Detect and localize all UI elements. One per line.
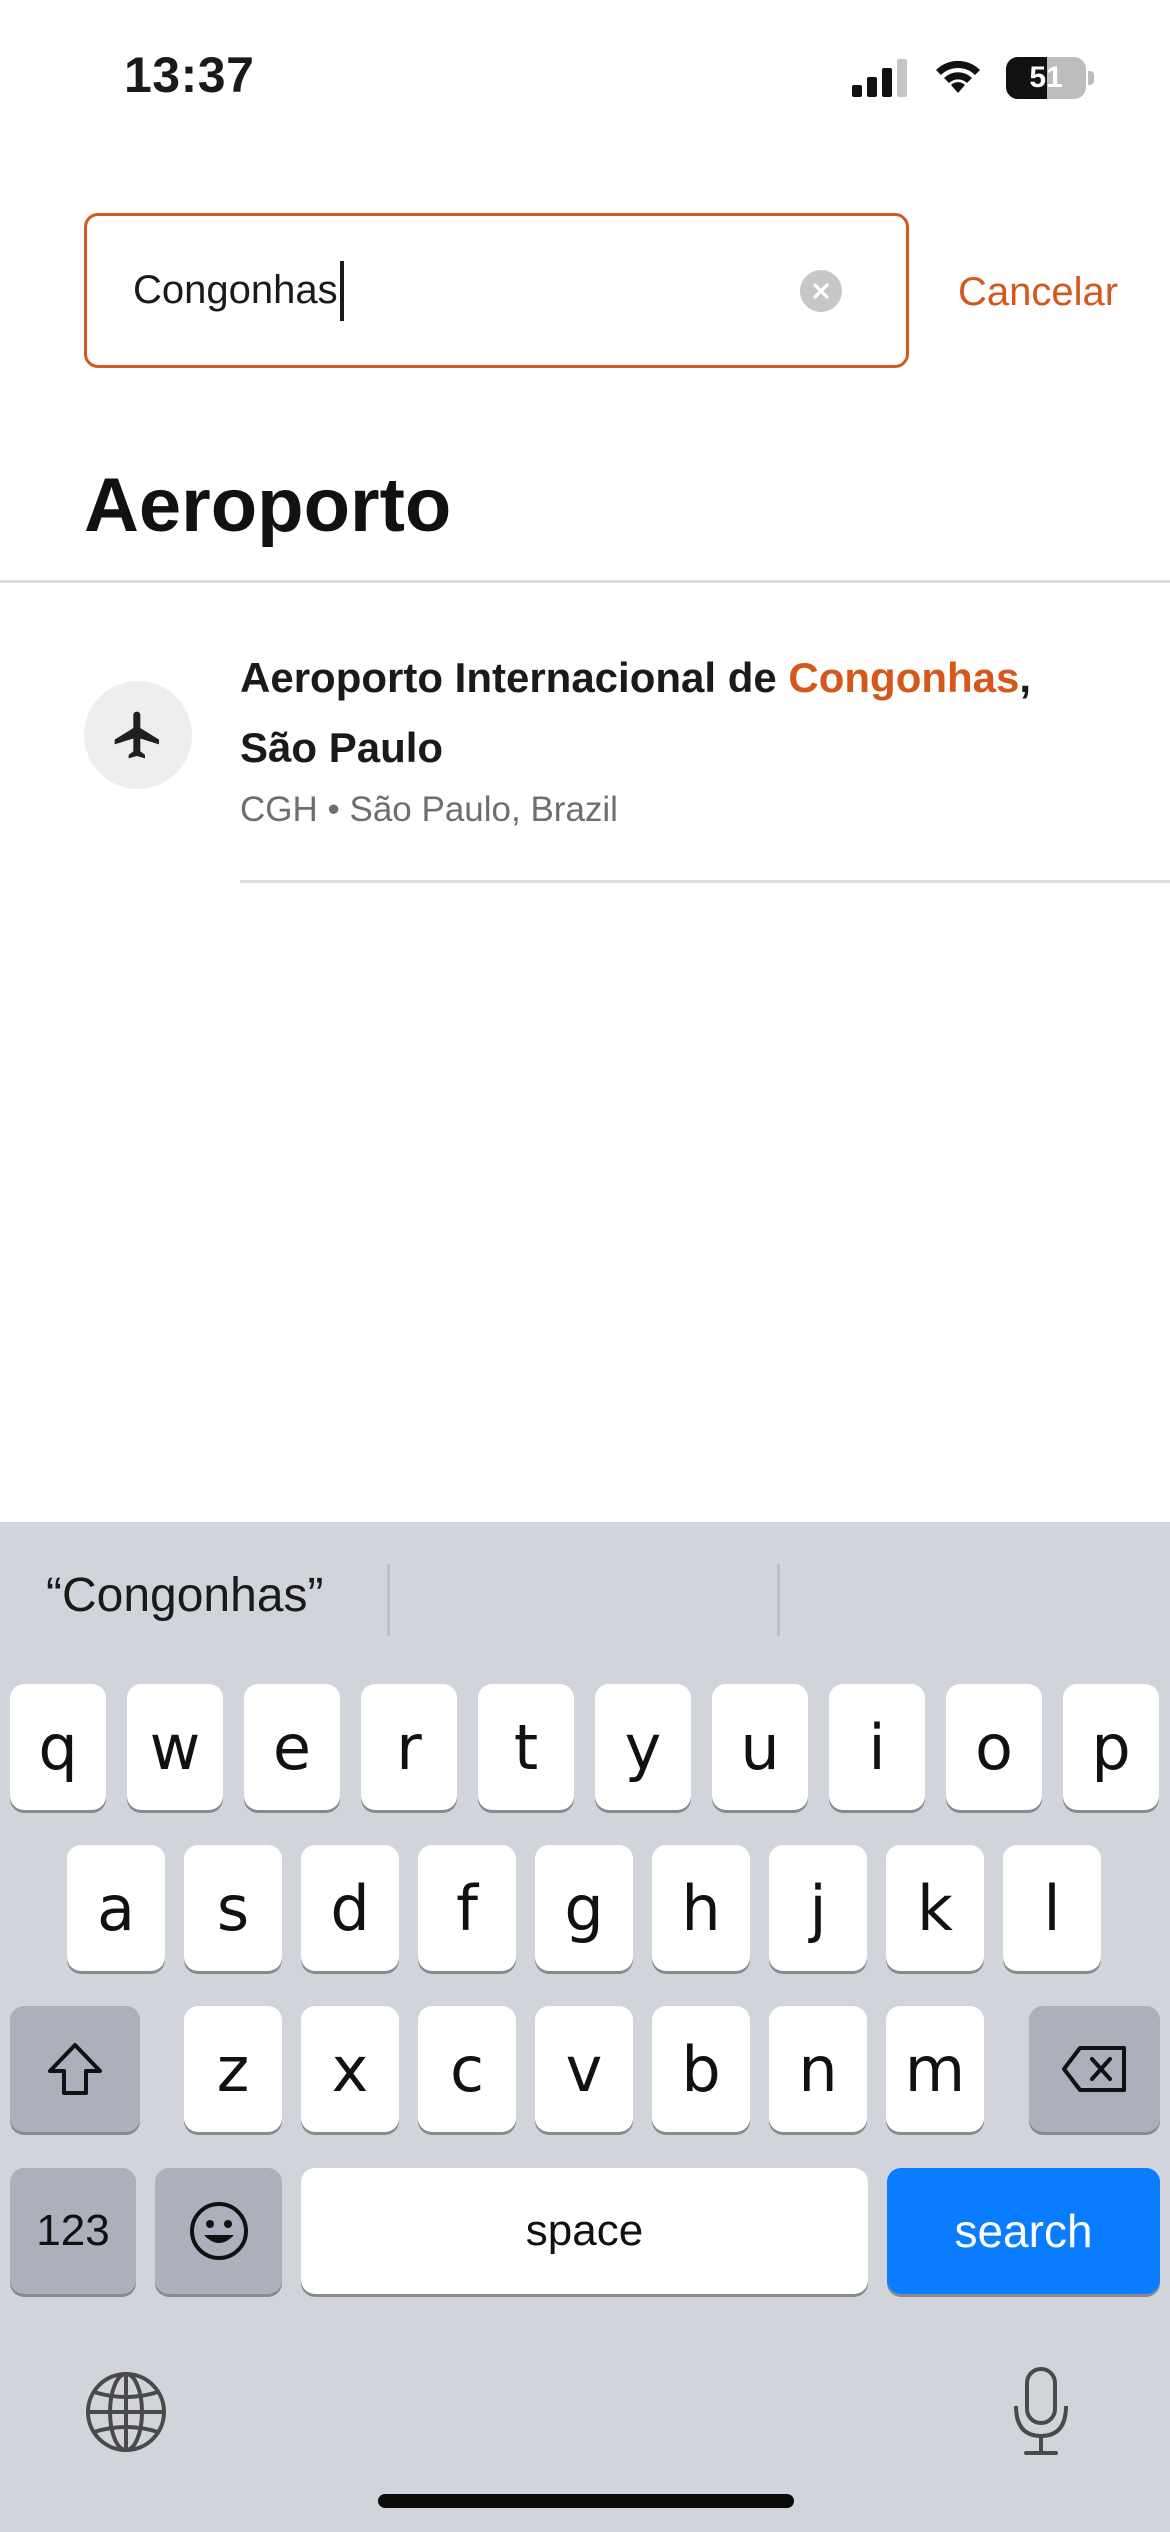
key-y[interactable]: y: [595, 1684, 691, 1810]
search-box[interactable]: Congonhas: [84, 213, 909, 368]
battery-level: 51: [1029, 61, 1063, 94]
battery-icon: 51: [1006, 57, 1094, 99]
shift-icon: [48, 2043, 102, 2095]
result-title-line2: São Paulo: [240, 724, 444, 771]
status-icons: 51: [852, 56, 1094, 100]
key-g[interactable]: g: [535, 1845, 633, 1971]
keyboard: “Congonhas” qwertyuiop asdfghjkl zxcvbnm…: [0, 1522, 1170, 2532]
result-divider: [240, 880, 1170, 883]
key-i[interactable]: i: [829, 1684, 925, 1810]
suggestion-divider: [387, 1564, 390, 1636]
wifi-icon: [936, 60, 980, 93]
key-u[interactable]: u: [712, 1684, 808, 1810]
key-s[interactable]: s: [184, 1845, 282, 1971]
result-title: Aeroporto Internacional de Congonhas, Sã…: [240, 643, 1120, 783]
airplane-icon: [84, 681, 192, 789]
key-l[interactable]: l: [1003, 1845, 1101, 1971]
microphone-icon[interactable]: [1010, 2366, 1072, 2458]
key-b[interactable]: b: [652, 2006, 750, 2132]
key-p[interactable]: p: [1063, 1684, 1159, 1810]
key-v[interactable]: v: [535, 2006, 633, 2132]
key-d[interactable]: d: [301, 1845, 399, 1971]
result-title-punct: ,: [1019, 654, 1032, 701]
result-title-highlight: Congonhas: [788, 654, 1020, 701]
delete-key[interactable]: [1029, 2006, 1160, 2132]
key-j[interactable]: j: [769, 1845, 867, 1971]
key-z[interactable]: z: [184, 2006, 282, 2132]
globe-icon[interactable]: [84, 2370, 168, 2454]
key-q[interactable]: q: [10, 1684, 106, 1810]
home-indicator: [378, 2494, 794, 2508]
emoji-icon: [189, 2202, 248, 2260]
key-o[interactable]: o: [946, 1684, 1042, 1810]
key-c[interactable]: c: [418, 2006, 516, 2132]
text-caret: [339, 260, 344, 321]
key-r[interactable]: r: [361, 1684, 457, 1810]
suggestion-bar: “Congonhas”: [0, 1522, 1170, 1678]
status-time: 13:37: [124, 47, 255, 103]
key-w[interactable]: w: [127, 1684, 223, 1810]
key-t[interactable]: t: [478, 1684, 574, 1810]
key-e[interactable]: e: [244, 1684, 340, 1810]
result-subtitle: CGH • São Paulo, Brazil: [240, 790, 618, 829]
search-key[interactable]: search: [887, 2168, 1160, 2294]
section-title: Aeroporto: [84, 463, 452, 548]
search-input-text: Congonhas: [133, 268, 338, 312]
emoji-key[interactable]: [155, 2168, 282, 2294]
numbers-key[interactable]: 123: [10, 2168, 136, 2294]
backspace-icon: [1061, 2046, 1126, 2092]
key-h[interactable]: h: [652, 1845, 750, 1971]
clear-icon[interactable]: [800, 270, 842, 312]
key-x[interactable]: x: [301, 2006, 399, 2132]
list-item[interactable]: Aeroporto Internacional de Congonhas, Sã…: [0, 583, 1170, 883]
key-n[interactable]: n: [769, 2006, 867, 2132]
key-a[interactable]: a: [67, 1845, 165, 1971]
status-bar: 13:37 51: [0, 0, 1170, 150]
result-title-text: Aeroporto Internacional de: [240, 654, 789, 701]
suggestion-divider: [777, 1564, 780, 1636]
cellular-signal-icon: [852, 59, 907, 97]
search-input[interactable]: Congonhas: [133, 216, 344, 365]
key-m[interactable]: m: [886, 2006, 984, 2132]
cancel-button[interactable]: Cancelar: [958, 270, 1118, 315]
space-key[interactable]: space: [301, 2168, 868, 2294]
key-f[interactable]: f: [418, 1845, 516, 1971]
suggestion-item[interactable]: “Congonhas”: [46, 1568, 324, 1623]
shift-key[interactable]: [10, 2006, 140, 2132]
key-k[interactable]: k: [886, 1845, 984, 1971]
